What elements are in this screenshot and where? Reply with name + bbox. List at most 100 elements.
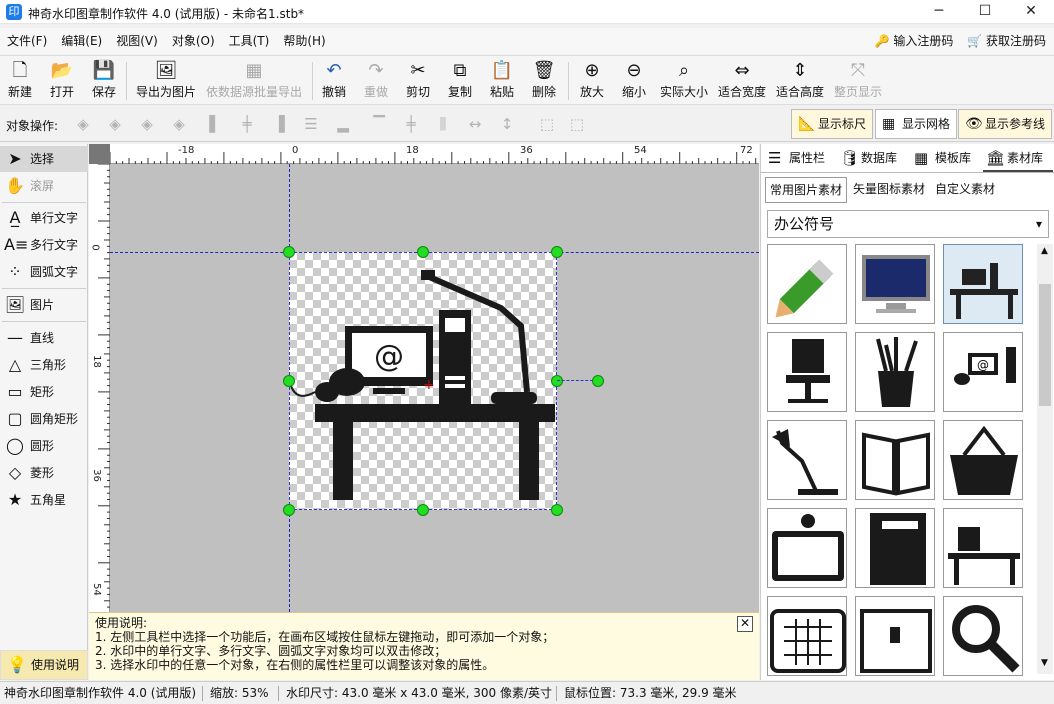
- align-right-icon[interactable]: ▐: [270, 115, 288, 133]
- paste-button[interactable]: 📋 粘贴: [488, 59, 516, 103]
- new-button[interactable]: 🗋 新建: [4, 59, 36, 103]
- material-pen-holder[interactable]: [855, 332, 935, 412]
- minimize-button[interactable]: ─: [916, 0, 962, 24]
- menu-view[interactable]: 视图(V): [109, 28, 165, 54]
- resize-handle[interactable]: [551, 504, 563, 516]
- align-middle-icon[interactable]: ╪: [402, 115, 420, 133]
- batch-export-button[interactable]: ▦ 依数据源批量导出: [204, 59, 304, 103]
- tab-templates[interactable]: ▦ 模板库: [911, 144, 981, 172]
- distribute-v-icon[interactable]: ☰: [302, 115, 320, 133]
- subtab-vector-icons[interactable]: 矢量图标素材: [849, 177, 929, 203]
- layer-bottom-icon[interactable]: ◈: [170, 115, 188, 133]
- menu-help[interactable]: 帮助(H): [276, 28, 332, 54]
- group-icon[interactable]: ⬚: [538, 115, 556, 133]
- triangle-tool[interactable]: △ 三角形: [0, 352, 88, 378]
- multi-text-tool[interactable]: A≡ 多行文字: [0, 232, 88, 258]
- arc-text-tool[interactable]: ⁘ 圆弧文字: [0, 259, 88, 285]
- align-top-icon[interactable]: ▔: [370, 115, 388, 133]
- resize-handle[interactable]: [551, 246, 563, 258]
- image-tool[interactable]: 🖼 图片: [0, 292, 88, 318]
- menu-object[interactable]: 对象(O): [165, 28, 222, 54]
- material-desk-lamp[interactable]: [767, 420, 847, 500]
- full-page-button[interactable]: ⤧ 整页显示: [832, 59, 884, 103]
- cut-button[interactable]: ✂ 剪切: [404, 59, 432, 103]
- material-board[interactable]: [767, 508, 847, 588]
- menu-tools[interactable]: 工具(T): [222, 28, 277, 54]
- material-computer-desk[interactable]: @: [943, 332, 1023, 412]
- single-text-tool[interactable]: A̲ 单行文字: [0, 205, 88, 231]
- layer-top-icon[interactable]: ◈: [74, 115, 92, 133]
- help-close-button[interactable]: ✕: [737, 616, 753, 632]
- line-tool[interactable]: — 直线: [0, 325, 88, 351]
- tab-database[interactable]: 🛢 数据库: [837, 144, 907, 172]
- material-pencil[interactable]: [767, 244, 847, 324]
- distribute-h-icon[interactable]: ⫼: [434, 115, 452, 133]
- material-binder[interactable]: [855, 596, 935, 676]
- material-calendar[interactable]: [767, 596, 847, 676]
- same-width-icon[interactable]: ↔: [466, 115, 484, 133]
- material-basket[interactable]: [943, 420, 1023, 500]
- diamond-tool[interactable]: ◇ 菱形: [0, 460, 88, 486]
- save-button[interactable]: 💾 保存: [88, 59, 120, 103]
- menu-edit[interactable]: 编辑(E): [54, 28, 109, 54]
- zoom-in-button[interactable]: ⊕ 放大: [576, 59, 608, 103]
- fit-width-button[interactable]: ⇔ 适合宽度: [716, 59, 768, 103]
- help-line: 2. 水印中的单行文字、多行文字、圆弧文字对象均可以双击修改；: [95, 644, 447, 658]
- tab-materials[interactable]: 🏛 素材库: [983, 144, 1053, 172]
- layer-up-icon[interactable]: ◈: [106, 115, 124, 133]
- align-left-icon[interactable]: ▌: [206, 115, 224, 133]
- undo-button[interactable]: ↶ 撤销: [320, 59, 348, 103]
- resize-handle[interactable]: [417, 504, 429, 516]
- material-office-desk[interactable]: [943, 244, 1023, 324]
- layer-down-icon[interactable]: ◈: [138, 115, 156, 133]
- delete-button[interactable]: 🗑 删除: [530, 59, 558, 103]
- subtab-common-images[interactable]: 常用图片素材: [765, 177, 848, 203]
- material-notebook[interactable]: [855, 508, 935, 588]
- resize-handle[interactable]: [283, 246, 295, 258]
- scroll-tool[interactable]: ✋ 滚屏: [0, 173, 88, 199]
- scroll-thumb[interactable]: [1039, 284, 1051, 406]
- scroll-down-icon[interactable]: ▼: [1041, 658, 1048, 668]
- show-grid-toggle[interactable]: ▦ 显示网格: [875, 109, 958, 139]
- show-ruler-toggle[interactable]: 📐 显示标尺: [791, 109, 874, 139]
- get-code-link[interactable]: 获取注册码: [986, 34, 1046, 48]
- menu-file[interactable]: 文件(F): [0, 28, 54, 54]
- register-link[interactable]: 输入注册码: [893, 34, 953, 48]
- copy-button[interactable]: ⧉ 复制: [446, 59, 474, 103]
- tab-properties[interactable]: ☰ 属性栏: [765, 144, 833, 172]
- material-monitor[interactable]: [855, 244, 935, 324]
- round-rect-tool[interactable]: ▢ 圆角矩形: [0, 406, 88, 432]
- rect-tool[interactable]: ▭ 矩形: [0, 379, 88, 405]
- help-button[interactable]: 💡 使用说明: [0, 650, 88, 680]
- zoom-out-button[interactable]: ⊖ 缩小: [618, 59, 650, 103]
- same-height-icon[interactable]: ↕: [498, 115, 516, 133]
- resize-handle[interactable]: [283, 504, 295, 516]
- align-bottom-icon[interactable]: ▂: [334, 115, 352, 133]
- material-magnifier[interactable]: [943, 596, 1023, 676]
- show-guides-toggle[interactable]: 👁 显示参考线: [958, 109, 1053, 139]
- fit-height-button[interactable]: ⇕ 适合高度: [774, 59, 826, 103]
- canvas-area[interactable]: -18 0 18 36 54 72 0 18 36 54 @ +: [89, 144, 759, 612]
- material-chair[interactable]: [767, 332, 847, 412]
- export-image-button[interactable]: 🖼 导出为图片: [134, 59, 198, 103]
- category-select[interactable]: 办公符号 ▾: [767, 210, 1049, 238]
- rotate-handle[interactable]: [592, 375, 604, 387]
- open-button[interactable]: 📂 打开: [46, 59, 78, 103]
- select-tool[interactable]: ➤ 选择: [0, 146, 88, 172]
- maximize-button[interactable]: ☐: [962, 0, 1008, 24]
- materials-scrollbar[interactable]: ▲ ▼: [1037, 244, 1053, 674]
- circle-tool[interactable]: ◯ 圆形: [0, 433, 88, 459]
- star-tool[interactable]: ★ 五角星: [0, 487, 88, 513]
- redo-button[interactable]: ↷ 重做: [362, 59, 390, 103]
- material-laptop-desk[interactable]: [943, 508, 1023, 588]
- resize-handle[interactable]: [551, 375, 563, 387]
- subtab-custom[interactable]: 自定义素材: [931, 177, 999, 203]
- scroll-up-icon[interactable]: ▲: [1041, 246, 1048, 256]
- ungroup-icon[interactable]: ⬚: [568, 115, 586, 133]
- resize-handle[interactable]: [283, 375, 295, 387]
- close-button[interactable]: ✕: [1008, 0, 1054, 24]
- material-open-book[interactable]: [855, 420, 935, 500]
- resize-handle[interactable]: [417, 246, 429, 258]
- align-center-icon[interactable]: ╪: [238, 115, 256, 133]
- actual-size-button[interactable]: ⌕ 实际大小: [658, 59, 710, 103]
